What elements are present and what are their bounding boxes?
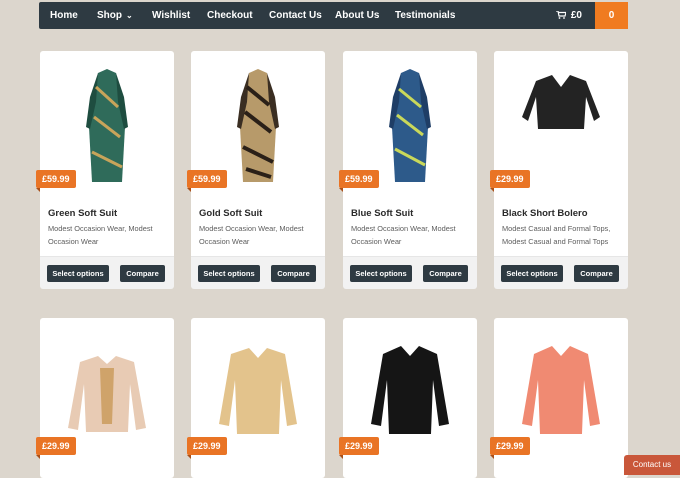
product-actions: Select options Compare [40,256,174,289]
price-badge: £59.99 [339,170,379,192]
product-card: £29.99 Black Short Bolero Modest Casual … [490,51,628,289]
compare-button[interactable]: Compare [120,265,165,282]
product-image[interactable] [343,324,477,452]
product-card: £59.99 Gold Soft Suit Modest Occasion We… [187,51,325,289]
product-card: £59.99 Blue Soft Suit Modest Occasion We… [339,51,477,289]
product-card: £29.99 [36,318,174,478]
product-image[interactable] [40,324,174,452]
price-badge: £29.99 [36,437,76,459]
product-actions: Select options Compare [191,256,325,289]
product-image[interactable] [494,324,628,452]
product-title[interactable]: Gold Soft Suit [199,208,262,219]
price-badge: £29.99 [490,170,530,192]
nav-about-us[interactable]: About Us [335,2,379,29]
compare-button[interactable]: Compare [271,265,316,282]
product-categories[interactable]: Modest Occasion Wear, Modest Occasion We… [199,222,321,248]
cart-icon [555,11,566,20]
product-categories[interactable]: Modest Occasion Wear, Modest Occasion We… [48,222,170,248]
product-image[interactable] [494,57,628,185]
cart-total: £0 [570,10,582,21]
product-title[interactable]: Green Soft Suit [48,208,117,219]
product-actions: Select options Compare [494,256,628,289]
contact-us-tab[interactable]: Contact us [624,455,680,475]
price-badge: £59.99 [187,170,227,192]
main-navbar: Home Shop ⌄ Wishlist Checkout Contact Us … [39,2,628,29]
nav-checkout[interactable]: Checkout [207,2,253,29]
nav-testimonials[interactable]: Testimonials [395,2,455,29]
nav-home[interactable]: Home [50,2,78,29]
product-categories[interactable]: Modest Occasion Wear, Modest Occasion We… [351,222,473,248]
product-categories[interactable]: Modest Casual and Formal Tops, Modest Ca… [502,222,624,248]
select-options-button[interactable]: Select options [501,265,563,282]
select-options-button[interactable]: Select options [47,265,109,282]
cart-link[interactable]: £0 [555,2,582,29]
price-badge: £29.99 [339,437,379,459]
select-options-button[interactable]: Select options [350,265,412,282]
compare-button[interactable]: Compare [423,265,468,282]
nav-contact-us[interactable]: Contact Us [269,2,322,29]
product-card: £29.99 [187,318,325,478]
product-image[interactable] [343,57,477,185]
cart-count-badge[interactable]: 0 [595,2,628,29]
product-title[interactable]: Blue Soft Suit [351,208,413,219]
product-image[interactable] [40,57,174,185]
compare-button[interactable]: Compare [574,265,619,282]
price-badge: £59.99 [36,170,76,192]
product-title[interactable]: Black Short Bolero [502,208,588,219]
product-image[interactable] [191,324,325,452]
product-card: £29.99 [490,318,628,478]
product-image[interactable] [191,57,325,185]
product-actions: Select options Compare [343,256,477,289]
nav-shop[interactable]: Shop ⌄ [97,2,133,29]
price-badge: £29.99 [490,437,530,459]
nav-shop-label: Shop [97,10,122,21]
product-card: £59.99 Green Soft Suit Modest Occasion W… [36,51,174,289]
nav-wishlist[interactable]: Wishlist [152,2,190,29]
chevron-down-icon: ⌄ [126,11,133,20]
price-badge: £29.99 [187,437,227,459]
product-card: £29.99 [339,318,477,478]
select-options-button[interactable]: Select options [198,265,260,282]
